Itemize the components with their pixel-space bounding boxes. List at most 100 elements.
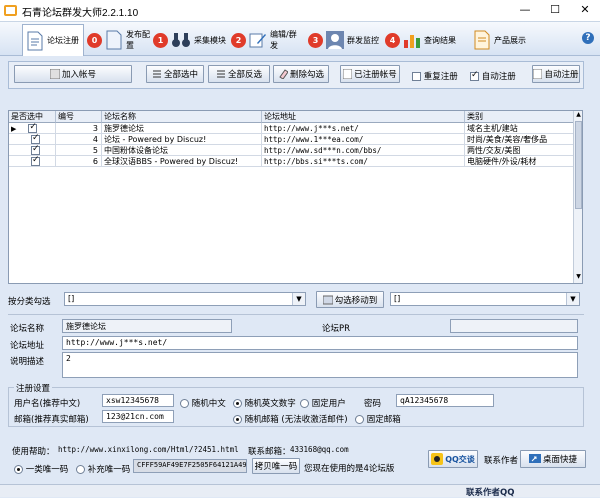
- row-id: 3: [56, 123, 102, 134]
- scrollbar-thumb[interactable]: [575, 121, 582, 209]
- row-url: http://www.sd***n.com/bbs/: [262, 145, 465, 156]
- help-icon[interactable]: ?: [582, 32, 594, 44]
- column-header[interactable]: 类别: [465, 111, 575, 123]
- email-field[interactable]: 123@21cn.com: [102, 410, 174, 423]
- forum-url-label: 论坛地址: [10, 341, 45, 351]
- column-header[interactable]: 是否选中: [9, 111, 56, 123]
- radio-dot[interactable]: [76, 465, 85, 474]
- tab-label: 群发监控: [347, 35, 379, 45]
- radio-dot[interactable]: [233, 399, 242, 408]
- column-header[interactable]: 编号: [56, 111, 102, 123]
- row-category: 域名主机/建站: [465, 123, 575, 134]
- copy-code-button[interactable]: 拷贝唯一码: [252, 458, 300, 474]
- fixed-user-radio[interactable]: 固定用户: [300, 397, 346, 409]
- button-label: 全部反选: [227, 70, 262, 80]
- step-badge: 1: [153, 32, 168, 48]
- unique-code-radio[interactable]: 一类唯一码: [14, 463, 68, 475]
- row-checkbox[interactable]: [31, 145, 40, 155]
- column-header[interactable]: 论坛地址: [262, 111, 465, 123]
- delete-checked-button[interactable]: 删除勾选: [273, 65, 329, 83]
- fixed-email-radio[interactable]: 固定邮箱: [355, 413, 401, 425]
- row-category: 电脑硬件/外设/耗材: [465, 156, 575, 167]
- scroll-down-icon[interactable]: ▼: [574, 273, 582, 282]
- add-account-button[interactable]: 加入帐号: [14, 65, 132, 83]
- contact-author-link[interactable]: 联系作者: [484, 454, 518, 466]
- tab-label: 发布配置: [126, 30, 150, 50]
- chevron-down-icon[interactable]: ▼: [566, 293, 579, 305]
- select-all-button[interactable]: 全部选中: [146, 65, 204, 83]
- move-checked-button[interactable]: 勾选移动到: [316, 291, 384, 308]
- minimize-button[interactable]: —: [510, 0, 540, 21]
- tab-edit-send[interactable]: 2 编辑/群发: [228, 24, 306, 56]
- close-button[interactable]: ✕: [570, 0, 600, 21]
- row-url: http://bbs.si***ts.com/: [262, 156, 465, 167]
- auto-register-button[interactable]: 自动注册: [532, 65, 580, 83]
- desktop-shortcut-button[interactable]: 桌面快捷: [520, 450, 586, 468]
- email-contact-label: 联系邮箱：: [248, 447, 291, 457]
- tab-collect-module[interactable]: 1 采集模块: [150, 24, 230, 56]
- table-row[interactable]: 4 论坛 - Powered by Discuz! http://www.1**…: [9, 134, 575, 145]
- auto-register-checkbox[interactable]: 自动注册: [470, 70, 516, 82]
- forum-pr-field[interactable]: [450, 319, 578, 333]
- page-icon: [343, 69, 353, 79]
- radio-dot[interactable]: [233, 415, 242, 424]
- checkbox-box[interactable]: [412, 72, 421, 81]
- product-icon: [474, 30, 490, 50]
- move-target-dropdown[interactable]: [] ▼: [390, 292, 580, 306]
- license-code-field[interactable]: CFFF59AF49E7F2505F64121A493: [133, 459, 247, 473]
- registered-accounts-button[interactable]: 已注册帐号: [340, 65, 400, 83]
- row-checkbox[interactable]: [31, 134, 40, 144]
- radio-dot[interactable]: [355, 415, 364, 424]
- radio-label: 随机英文数字: [244, 399, 296, 409]
- step-badge: 3: [308, 32, 323, 48]
- checkbox-box[interactable]: [470, 70, 479, 81]
- table-row[interactable]: 6 全球汉语BBS - Powered by Discuz! http://bb…: [9, 156, 575, 167]
- tab-query-results[interactable]: 4 查询结果: [382, 24, 466, 56]
- tab-product-showcase[interactable]: 产品展示: [470, 24, 540, 56]
- list-icon: [152, 70, 161, 78]
- license-status: 您现在使用的是4论坛版: [304, 464, 395, 474]
- tab-send-monitor[interactable]: 3 群发监控: [305, 24, 383, 56]
- status-bar: 联系作者QQ: [0, 484, 600, 498]
- description-field[interactable]: 2: [62, 352, 578, 378]
- random-chinese-radio[interactable]: 随机中文: [180, 397, 226, 409]
- row-name: 中国粉体设备论坛: [102, 145, 262, 156]
- scroll-up-icon[interactable]: ▲: [574, 111, 582, 120]
- radio-dot[interactable]: [180, 399, 189, 408]
- radio-dot[interactable]: [14, 465, 23, 474]
- forum-name-field[interactable]: 施罗德论坛: [62, 319, 232, 333]
- password-field[interactable]: qA12345678: [396, 394, 494, 407]
- row-checkbox[interactable]: [31, 156, 40, 166]
- random-alnum-radio[interactable]: 随机英文数字: [233, 397, 296, 409]
- help-label: 使用帮助：: [12, 447, 55, 457]
- table-row[interactable]: ▶ 3 施罗德论坛 http://www.j***s.net/ 域名主机/建站: [9, 123, 575, 134]
- contact-email: 433168@qq.com: [290, 445, 349, 454]
- qq-chat-button[interactable]: QQ交谈: [428, 450, 478, 468]
- help-link[interactable]: http://www.xinxilong.com/Html/?2451.html: [58, 445, 239, 454]
- forum-url-field[interactable]: http://www.j***s.net/: [62, 336, 578, 350]
- re-register-checkbox[interactable]: 重复注册: [412, 70, 458, 82]
- tab-publish-config[interactable]: 0 发布配置: [84, 24, 156, 56]
- vertical-scrollbar[interactable]: ▲ ▼: [573, 111, 582, 283]
- supplement-code-radio[interactable]: 补充唯一码: [76, 463, 130, 475]
- category-dropdown[interactable]: [] ▼: [64, 292, 306, 306]
- user-icon: [326, 31, 344, 49]
- row-checkbox[interactable]: [28, 123, 38, 133]
- button-label: 拷贝唯一码: [254, 462, 298, 472]
- radio-dot[interactable]: [300, 399, 309, 408]
- column-header[interactable]: 论坛名称: [102, 111, 262, 123]
- forum-pr-label: 论坛PR: [322, 324, 351, 334]
- username-field[interactable]: xsw12345678: [102, 394, 174, 407]
- random-email-radio[interactable]: 随机邮箱 (无法收激活邮件): [233, 413, 348, 425]
- row-id: 5: [56, 145, 102, 156]
- main-toolbar: 论坛注册 0 发布配置 1 采集模块 2 编辑/群发 3 群发监控 4 查询结果…: [0, 22, 600, 56]
- maximize-button[interactable]: ☐: [540, 0, 570, 21]
- chevron-down-icon[interactable]: ▼: [292, 293, 305, 305]
- table-row[interactable]: 5 中国粉体设备论坛 http://www.sd***n.com/bbs/ 两性…: [9, 145, 575, 156]
- description-label: 说明描述: [10, 357, 45, 367]
- tab-forum-register[interactable]: 论坛注册: [22, 24, 84, 56]
- button-label: 自动注册: [544, 70, 579, 80]
- radio-label: 随机中文: [191, 399, 226, 409]
- row-id: 4: [56, 134, 102, 145]
- invert-select-button[interactable]: 全部反选: [208, 65, 270, 83]
